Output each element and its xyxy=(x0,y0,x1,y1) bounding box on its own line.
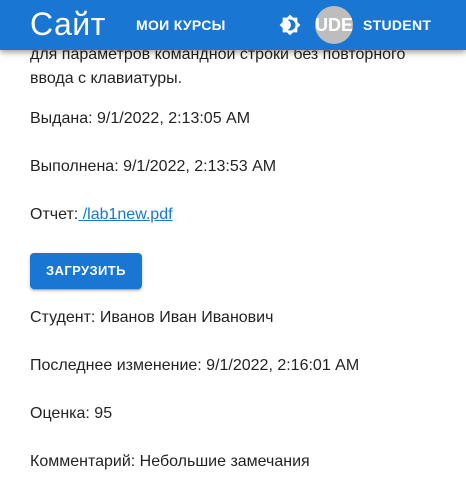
user-avatar[interactable]: UDE xyxy=(315,6,353,44)
completed-date: Выполнена: 9/1/2022, 2:13:53 AM xyxy=(30,158,277,175)
report-file-link[interactable]: /lab1new.pdf xyxy=(78,206,173,223)
comment: Комментарий: Небольшие замечания xyxy=(30,453,310,470)
site-title[interactable]: Сайт xyxy=(30,4,106,44)
user-name[interactable]: STUDENT xyxy=(363,15,431,35)
report-row: Отчет: /lab1new.pdf xyxy=(30,203,450,227)
issued-date: Выдана: 9/1/2022, 2:13:05 AM xyxy=(30,110,251,127)
upload-button[interactable]: ЗАГРУЗИТЬ xyxy=(30,253,142,289)
grade: Оценка: 95 xyxy=(30,405,113,422)
nav-my-courses[interactable]: МОИ КУРСЫ xyxy=(136,15,226,35)
page: для параметров командной строки без повт… xyxy=(0,0,466,498)
assignment-details: для параметров командной строки без повт… xyxy=(30,43,450,498)
app-bar: Сайт МОИ КУРСЫ UDE STUDENT xyxy=(0,0,466,50)
brightness-icon[interactable] xyxy=(279,14,301,36)
student-name: Студент: Иванов Иван Иванович xyxy=(30,309,274,326)
description-line-2: ввода с клавиатуры. xyxy=(30,70,183,87)
report-label: Отчет: xyxy=(30,206,79,223)
assignment-description: для параметров командной строки без повт… xyxy=(30,43,450,91)
last-modified-date: Последнее изменение: 9/1/2022, 2:16:01 A… xyxy=(30,357,360,374)
